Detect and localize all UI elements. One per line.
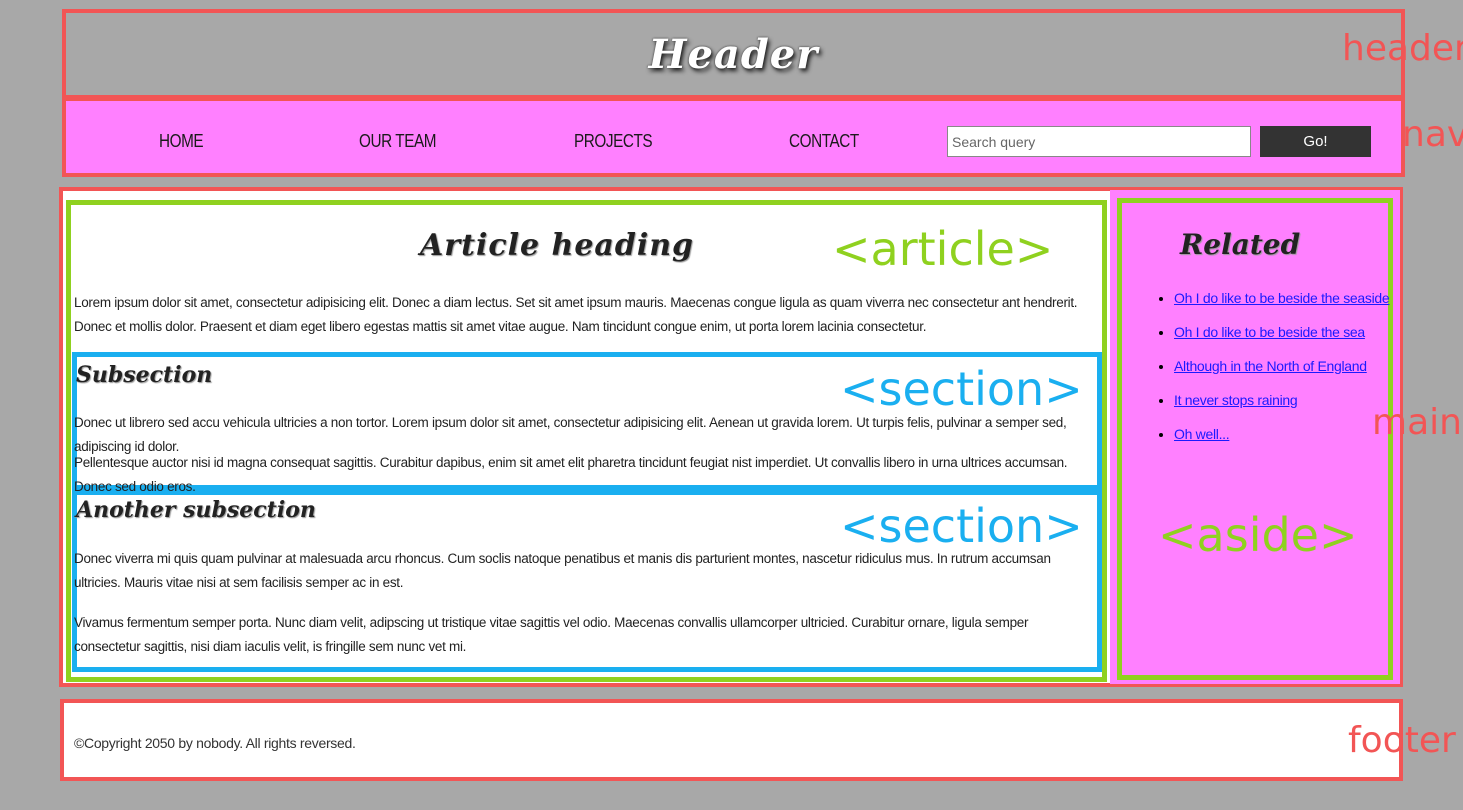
aside-heading: Related xyxy=(1180,228,1301,261)
section-annotation: <section> xyxy=(840,499,1083,553)
list-item: Oh well... xyxy=(1174,426,1389,460)
nav-link-contact[interactable]: CONTACT xyxy=(789,131,859,152)
article-heading: Article heading xyxy=(420,228,695,263)
list-item: Oh I do like to be beside the sea xyxy=(1174,324,1389,358)
related-link[interactable]: It never stops raining xyxy=(1174,392,1298,408)
article-annotation: <article> xyxy=(832,222,1054,276)
related-link[interactable]: Although in the North of England xyxy=(1174,358,1367,374)
list-item: Although in the North of England xyxy=(1174,358,1389,392)
article-paragraph: Lorem ipsum dolor sit amet, consectetur … xyxy=(74,295,1078,334)
nav-region: HOME OUR TEAM PROJECTS CONTACT Go! xyxy=(62,97,1405,177)
list-item: Oh I do like to be beside the seaside xyxy=(1174,290,1390,324)
site-title: Header xyxy=(648,31,819,78)
nav-link-home[interactable]: HOME xyxy=(159,131,204,152)
related-link[interactable]: Oh I do like to be beside the seaside xyxy=(1174,290,1390,306)
section-paragraph: Vivamus fermentum semper porta. Nunc dia… xyxy=(74,615,1029,654)
list-item: It never stops raining xyxy=(1174,392,1389,426)
section-paragraph: Pellentesque auctor nisi id magna conseq… xyxy=(74,455,1068,494)
header-region: Header xyxy=(62,9,1405,99)
header-annotation: header xyxy=(1342,28,1463,69)
nav-annotation: nav xyxy=(1402,114,1463,155)
section-paragraph: Donec viverra mi quis quam pulvinar at m… xyxy=(74,551,1051,590)
copyright-text: ©Copyright 2050 by nobody. All rights re… xyxy=(74,735,356,751)
aside-annotation: <aside> xyxy=(1158,508,1358,562)
search-input[interactable] xyxy=(947,126,1251,157)
section-annotation: <section> xyxy=(840,362,1083,416)
search-go-button[interactable]: Go! xyxy=(1260,126,1371,157)
related-link[interactable]: Oh I do like to be beside the sea xyxy=(1174,324,1365,340)
nav-link-projects[interactable]: PROJECTS xyxy=(574,131,653,152)
related-link[interactable]: Oh well... xyxy=(1174,426,1230,442)
subsection-heading: Another subsection xyxy=(76,497,316,523)
nav-link-our-team[interactable]: OUR TEAM xyxy=(359,131,437,152)
subsection-heading: Subsection xyxy=(76,362,213,388)
related-links-list: Oh I do like to be beside the seaside Oh… xyxy=(1156,290,1390,460)
main-annotation: main xyxy=(1372,402,1462,443)
footer-annotation: footer xyxy=(1348,720,1456,761)
